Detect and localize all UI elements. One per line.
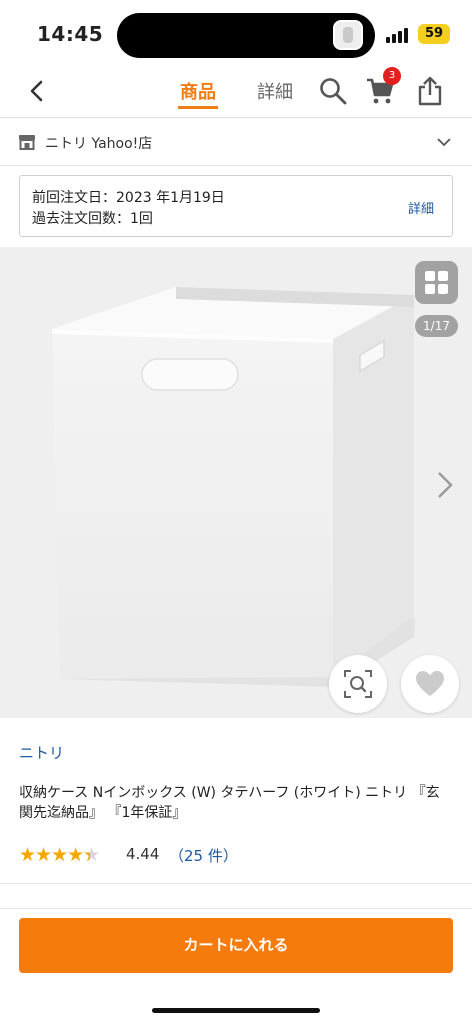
chevron-right-icon[interactable] xyxy=(432,468,458,502)
favorite-button[interactable] xyxy=(401,655,459,713)
share-icon[interactable] xyxy=(415,76,445,106)
status-bar: 14:45 59 xyxy=(0,0,472,70)
brand-link[interactable]: ニトリ xyxy=(19,742,64,763)
product-title: 収納ケース Nインボックス (W) タテハーフ (ホワイト) ニトリ 『玄関先迄… xyxy=(19,785,440,821)
image-grid-button[interactable] xyxy=(415,261,458,304)
store-name: ニトリ Yahoo!店 xyxy=(45,136,153,152)
tab-product[interactable]: 商品 xyxy=(180,78,216,104)
product-image-gallery[interactable]: 1/17 xyxy=(0,247,472,718)
order-count: 過去注文回数：1回 xyxy=(32,211,153,227)
store-icon xyxy=(19,135,35,150)
order-history-detail-link[interactable]: 詳細 xyxy=(408,198,434,217)
zoom-icon xyxy=(344,670,372,698)
review-count-link[interactable]: （25 件） xyxy=(169,845,238,866)
star-rating-icon: ★★★★★★ xyxy=(19,844,100,866)
rating-value: 4.44 xyxy=(126,845,160,863)
last-order-date: 前回注文日：2023 年1月19日 xyxy=(32,190,225,206)
battery-icon: 59 xyxy=(418,24,450,44)
live-activity-thumbnail xyxy=(333,20,363,50)
add-to-cart-button[interactable]: カートに入れる xyxy=(19,918,453,973)
active-tab-indicator xyxy=(178,106,218,109)
search-icon[interactable] xyxy=(318,76,348,106)
zoom-button[interactable] xyxy=(329,655,387,713)
signal-icon xyxy=(386,27,410,43)
back-arrow-icon[interactable] xyxy=(22,76,52,106)
chevron-down-icon xyxy=(437,138,451,147)
order-history-box: 前回注文日：2023 年1月19日 過去注文回数：1回 詳細 xyxy=(19,175,453,237)
cart-count-badge: 3 xyxy=(383,67,401,85)
top-navigation: 商品 詳細 3 xyxy=(0,62,472,118)
divider xyxy=(0,883,472,884)
status-time: 14:45 xyxy=(37,22,104,46)
store-selector[interactable]: ニトリ Yahoo!店 xyxy=(0,118,472,166)
grid-icon xyxy=(425,271,448,294)
image-counter: 1/17 xyxy=(415,315,458,337)
product-image xyxy=(52,287,415,687)
tab-detail[interactable]: 詳細 xyxy=(257,78,293,104)
heart-icon xyxy=(416,671,444,696)
divider xyxy=(0,908,472,909)
home-indicator xyxy=(152,1008,320,1013)
